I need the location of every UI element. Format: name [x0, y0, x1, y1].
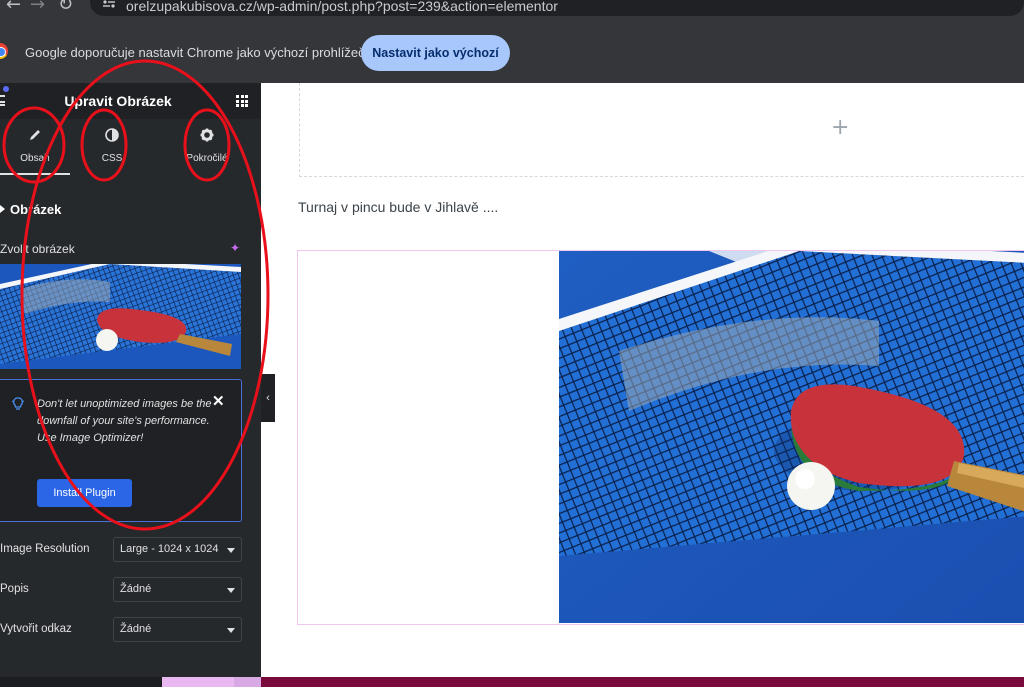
add-element-icon[interactable]: + — [831, 115, 849, 140]
section-title: Obrázek — [10, 202, 62, 217]
link-value: Žádné — [120, 623, 152, 635]
editor-canvas: + Turnaj v pincu bude v Jihlavě .... — [261, 83, 1024, 677]
contrast-icon — [105, 128, 119, 142]
image-optimizer-notice: Don't let unoptimized images be the down… — [0, 379, 242, 522]
link-select[interactable]: Žádné — [113, 617, 242, 642]
editor-panel: Upravit Obrázek Obsah CSS Pokročilé Obrá… — [0, 83, 261, 687]
ai-sparkle-icon[interactable]: ✦ — [230, 241, 240, 255]
browser-toolbar: ← → ↻ orelzupakubisova.cz/wp-admin/post.… — [0, 0, 1024, 18]
widgets-grid-icon[interactable] — [236, 95, 248, 107]
tab-advanced[interactable]: Pokročilé — [172, 119, 242, 175]
chevron-down-icon — [227, 588, 235, 593]
install-plugin-button[interactable]: Install Plugin — [37, 479, 132, 507]
notice-text: Don't let unoptimized images be the down… — [37, 398, 212, 444]
table-tennis-image — [559, 251, 1024, 623]
empty-section[interactable]: + — [299, 83, 1024, 177]
address-bar[interactable]: orelzupakubisova.cz/wp-admin/post.php?po… — [90, 0, 1024, 16]
panel-tabs: Obsah CSS Pokročilé — [0, 119, 261, 175]
notification-dot-icon — [3, 86, 9, 92]
forward-arrow-icon[interactable]: → — [30, 0, 45, 15]
chrome-logo-icon — [0, 43, 8, 59]
back-arrow-icon[interactable]: ← — [6, 0, 21, 15]
tab-content-label: Obsah — [20, 153, 50, 164]
caption-select[interactable]: Žádné — [113, 577, 242, 602]
lightbulb-icon — [11, 397, 25, 410]
close-icon[interactable]: ✕ — [212, 392, 225, 410]
panel-header: Upravit Obrázek — [0, 83, 261, 119]
image-resolution-label: Image Resolution — [0, 543, 90, 555]
reload-icon[interactable]: ↻ — [58, 0, 73, 15]
pencil-icon — [30, 130, 40, 140]
panel-title: Upravit Obrázek — [64, 93, 172, 109]
bottom-strip — [0, 677, 1024, 687]
image-widget[interactable] — [297, 250, 1024, 625]
default-browser-infobar: Google doporučuje nastavit Chrome jako v… — [0, 18, 1024, 83]
tab-advanced-label: Pokročilé — [186, 153, 228, 164]
gear-icon — [200, 128, 214, 142]
chevron-down-icon — [227, 628, 235, 633]
text-widget[interactable]: Turnaj v pincu bude v Jihlavě .... — [298, 199, 498, 215]
chevron-down-icon — [227, 548, 235, 553]
section-toggle-image[interactable]: Obrázek — [0, 202, 61, 217]
tab-css-label: CSS — [101, 153, 123, 164]
chevron-left-icon: ‹ — [266, 392, 270, 404]
caption-label: Popis — [0, 583, 29, 595]
infobar-message: Google doporučuje nastavit Chrome jako v… — [25, 45, 365, 60]
image-resolution-value: Large - 1024 x 1024 — [120, 543, 219, 555]
image-thumbnail[interactable] — [0, 264, 241, 369]
tab-content[interactable]: Obsah — [0, 119, 70, 175]
caret-down-icon — [0, 205, 5, 213]
url-text[interactable]: orelzupakubisova.cz/wp-admin/post.php?po… — [126, 0, 558, 14]
image-resolution-select[interactable]: Large - 1024 x 1024 — [113, 537, 242, 562]
collapse-panel-button[interactable]: ‹ — [261, 374, 275, 422]
choose-image-label: Zvolit obrázek — [0, 242, 75, 256]
tab-css[interactable]: CSS — [77, 119, 147, 175]
caption-value: Žádné — [120, 583, 152, 595]
site-info-icon[interactable] — [102, 0, 116, 8]
link-label: Vytvořit odkaz — [0, 623, 72, 635]
set-default-button[interactable]: Nastavit jako výchozí — [361, 35, 510, 71]
